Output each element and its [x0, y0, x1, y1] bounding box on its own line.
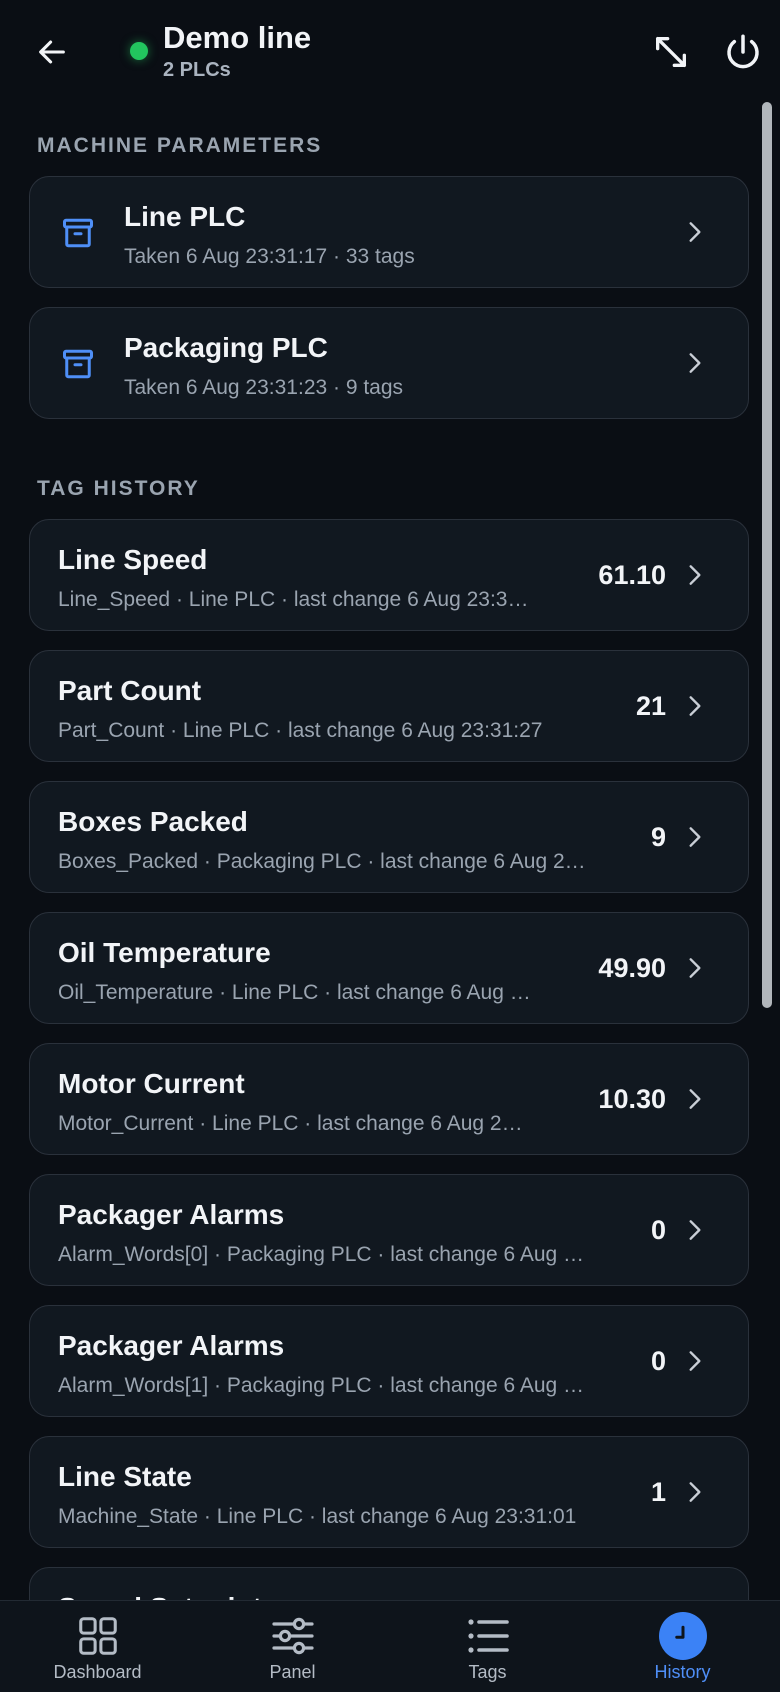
- fullscreen-button[interactable]: [645, 26, 697, 78]
- chevron-right-icon: [689, 1482, 701, 1502]
- tag-history-card[interactable]: Line Speed Line_Speed · Line PLC · last …: [29, 519, 749, 631]
- plc-name: Line PLC: [124, 201, 246, 232]
- plc-meta: Taken 6 Aug 23:31:23 · 9 tags: [124, 376, 404, 399]
- tag-name: Part Count: [58, 675, 202, 706]
- tag-name: Motor Current: [58, 1068, 245, 1099]
- tag-meta: Line_Speed · Line PLC · last change 6 Au…: [58, 588, 529, 611]
- chevron-right-icon: [689, 1089, 701, 1109]
- chevron-right-icon: [689, 1351, 701, 1371]
- sliders-icon: [267, 1611, 319, 1661]
- tag-value: 0: [650, 1215, 666, 1245]
- nav-label: Panel: [269, 1662, 316, 1682]
- chevron-right-icon: [689, 222, 701, 242]
- expand-icon: [656, 37, 686, 68]
- tag-meta: Alarm_Words[0] · Packaging PLC · last ch…: [58, 1243, 585, 1266]
- power-button[interactable]: [717, 26, 769, 78]
- machine-parameter-card[interactable]: Packaging PLC Taken 6 Aug 23:31:23 · 9 t…: [29, 307, 749, 419]
- tag-name: Packager Alarms: [58, 1199, 285, 1230]
- tag-history-card[interactable]: Packager Alarms Alarm_Words[1] · Packagi…: [29, 1305, 749, 1417]
- nav-panel[interactable]: Panel: [195, 1601, 390, 1692]
- tag-history-card[interactable]: Boxes Packed Boxes_Packed · Packaging PL…: [29, 781, 749, 893]
- arrow-left-icon: [39, 40, 65, 64]
- chevron-right-icon: [689, 958, 701, 978]
- tag-history-card[interactable]: Oil Temperature Oil_Temperature · Line P…: [29, 912, 749, 1024]
- nav-label: Tags: [468, 1662, 507, 1682]
- nav-history[interactable]: History: [585, 1601, 780, 1692]
- tag-value: 1: [650, 1477, 666, 1507]
- tag-name: Speed Setpoint: [58, 1592, 262, 1600]
- tag-meta: Machine_State · Line PLC · last change 6…: [58, 1505, 577, 1528]
- tag-history-card[interactable]: Part Count Part_Count · Line PLC · last …: [29, 650, 749, 762]
- tag-name: Line Speed: [58, 544, 208, 575]
- section-title-machine-parameters: MACHINE PARAMETERS: [37, 134, 323, 157]
- nav-label: History: [654, 1662, 711, 1682]
- page-title: Demo line: [163, 20, 312, 55]
- tag-history-card[interactable]: Packager Alarms Alarm_Words[0] · Packagi…: [29, 1174, 749, 1286]
- grid-icon: [72, 1611, 124, 1661]
- archive-box-icon: [63, 349, 93, 379]
- chevron-right-icon: [689, 353, 701, 373]
- section-title-tag-history: TAG HISTORY: [37, 477, 200, 500]
- chevron-right-icon: [689, 827, 701, 847]
- tag-value: 10.30: [598, 1084, 666, 1114]
- content-scroll-area[interactable]: MACHINE PARAMETERS Line PLC Taken 6 Aug …: [0, 110, 780, 1600]
- tag-value: 61.10: [598, 560, 666, 590]
- nav-label: Dashboard: [53, 1662, 142, 1682]
- bottom-navigation: Dashboard Panel Tags History: [0, 1600, 780, 1692]
- tag-meta: Motor_Current · Line PLC · last change 6…: [58, 1112, 523, 1135]
- tag-value: 9: [650, 822, 666, 852]
- tag-value: 49.90: [598, 953, 666, 983]
- tag-value: 21: [635, 691, 666, 721]
- page-subtitle: 2 PLCs: [163, 59, 231, 81]
- plc-name: Packaging PLC: [124, 332, 328, 363]
- nav-dashboard[interactable]: Dashboard: [0, 1601, 195, 1692]
- chevron-right-icon: [689, 1220, 701, 1240]
- tag-meta: Alarm_Words[1] · Packaging PLC · last ch…: [58, 1374, 585, 1397]
- archive-box-icon: [63, 218, 93, 248]
- chevron-right-icon: [689, 696, 701, 716]
- power-icon: [727, 34, 759, 69]
- tag-meta: Boxes_Packed · Packaging PLC · last chan…: [58, 850, 586, 873]
- tag-history-card[interactable]: Speed Setpoint: [29, 1567, 749, 1600]
- list-icon: [462, 1611, 514, 1661]
- scrollbar[interactable]: [762, 102, 772, 1008]
- tag-name: Boxes Packed: [58, 806, 248, 837]
- tag-name: Packager Alarms: [58, 1330, 285, 1361]
- tag-name: Line State: [58, 1461, 192, 1492]
- tag-history-card[interactable]: Motor Current Motor_Current · Line PLC ·…: [29, 1043, 749, 1155]
- plc-meta: Taken 6 Aug 23:31:17 · 33 tags: [124, 245, 415, 268]
- chevron-right-icon: [689, 565, 701, 585]
- back-button[interactable]: [28, 28, 76, 76]
- tag-meta: Oil_Temperature · Line PLC · last change…: [58, 981, 531, 1004]
- machine-parameter-card[interactable]: Line PLC Taken 6 Aug 23:31:17 · 33 tags: [29, 176, 749, 288]
- tag-meta: Part_Count · Line PLC · last change 6 Au…: [58, 719, 543, 742]
- connection-status-dot: [130, 42, 148, 60]
- top-bar: Demo line 2 PLCs: [0, 0, 780, 110]
- clock-icon: [657, 1611, 709, 1661]
- nav-tags[interactable]: Tags: [390, 1601, 585, 1692]
- tag-name: Oil Temperature: [58, 937, 271, 968]
- tag-history-card[interactable]: Line State Machine_State · Line PLC · la…: [29, 1436, 749, 1548]
- tag-value: 0: [650, 1346, 666, 1376]
